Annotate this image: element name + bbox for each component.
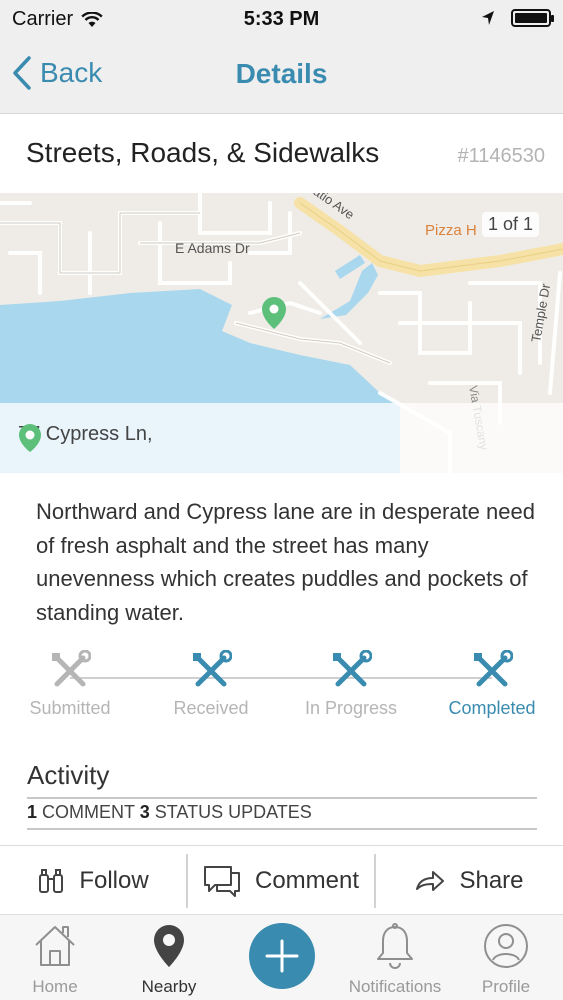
step-received: Received <box>141 650 281 719</box>
tab-home[interactable]: Home <box>0 915 110 1000</box>
map-marker-icon <box>154 925 184 967</box>
home-icon <box>35 926 75 966</box>
status-update-label: STATUS UPDATES <box>154 802 312 822</box>
tab-label: Notifications <box>348 977 442 996</box>
tools-icon <box>474 650 513 687</box>
page-title: Details <box>235 58 328 89</box>
step-label: In Progress <box>304 698 398 718</box>
add-request-button[interactable] <box>249 923 315 989</box>
share-button[interactable]: Share <box>376 846 563 916</box>
step-label: Submitted <box>29 698 111 718</box>
street-label-temple: Temple Dr <box>528 282 553 344</box>
tab-notifications[interactable]: Notifications <box>340 915 450 1000</box>
tab-profile[interactable]: Profile <box>451 915 561 1000</box>
bell-icon <box>377 923 413 969</box>
step-in-progress: In Progress <box>281 650 421 719</box>
step-submitted: Submitted <box>0 650 140 719</box>
follow-button[interactable]: Follow <box>0 846 186 916</box>
share-arrow-icon <box>416 871 445 891</box>
tab-nearby[interactable]: Nearby <box>114 915 224 1000</box>
address-strip: 77 Cypress Ln, <box>0 403 563 473</box>
binoculars-icon <box>39 869 64 893</box>
tab-label: Home <box>32 977 78 996</box>
comment-count-label: COMMENT <box>42 802 135 822</box>
location-arrow-icon <box>482 11 494 25</box>
map-pager: 1 of 1 <box>481 212 539 237</box>
action-bar: Follow Comment Share <box>0 845 563 915</box>
step-completed: Completed <box>422 650 562 719</box>
tools-icon <box>333 650 372 687</box>
request-title: Streets, Roads, & Sidewalks <box>26 137 380 168</box>
comment-label: Comment <box>254 867 360 894</box>
divider <box>27 828 537 830</box>
activity-title: Activity <box>27 760 110 790</box>
comment-count: 1 <box>27 802 38 822</box>
plus-icon <box>265 939 299 973</box>
request-id: #1146530 <box>457 145 546 167</box>
nav-bar: Back Details <box>0 40 563 114</box>
battery-icon <box>511 9 554 27</box>
step-label: Received <box>173 698 249 718</box>
status-update-count: 3 <box>139 802 150 822</box>
address-row: 77 Cypress Ln, <box>18 423 153 452</box>
street-label-adams: E Adams Dr <box>175 240 250 256</box>
share-label: Share <box>459 867 524 894</box>
request-description: Northward and Cypress lane are in desper… <box>36 499 535 625</box>
comment-bubble-icon <box>203 866 240 897</box>
follow-label: Follow <box>79 867 149 894</box>
location-map[interactable]: E Adams Dr ratio Ave Temple Dr Pizza H V… <box>0 193 563 473</box>
map-pin-icon[interactable] <box>262 297 286 329</box>
location-pin-icon <box>19 424 41 452</box>
tools-icon <box>52 650 91 687</box>
user-profile-icon <box>484 924 528 968</box>
poi-label-pizza: Pizza H <box>425 222 477 239</box>
tools-icon <box>193 650 232 687</box>
step-label: Completed <box>448 698 536 718</box>
status-bar: Carrier 5:33 PM <box>0 0 563 40</box>
tab-label: Nearby <box>141 977 197 996</box>
request-header: Streets, Roads, & Sidewalks #1146530 <box>0 115 563 193</box>
comment-button[interactable]: Comment <box>188 846 374 916</box>
divider <box>27 797 537 799</box>
activity-counts[interactable]: 1 COMMENT 3 STATUS UPDATES <box>27 802 312 823</box>
status-right <box>481 9 554 27</box>
status-progress: Submitted Received In Progress Completed <box>0 650 563 730</box>
tab-label: Profile <box>481 977 531 996</box>
status-time: 5:33 PM <box>243 8 320 30</box>
